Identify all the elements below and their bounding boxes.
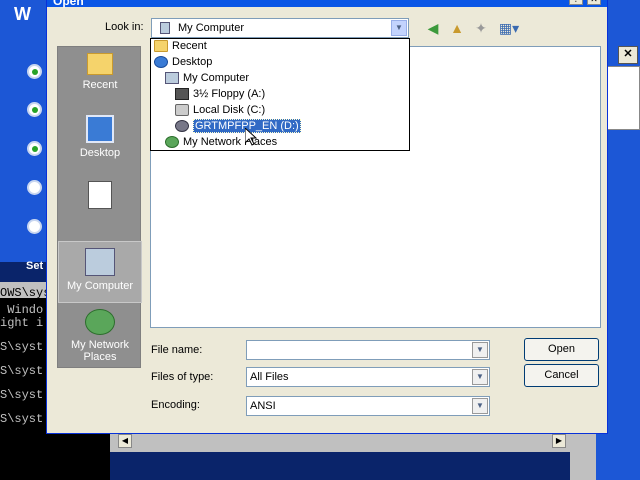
console-line: S\syst bbox=[0, 364, 44, 378]
network-places-icon bbox=[85, 309, 115, 335]
background-setup-label: Set bbox=[26, 260, 44, 272]
chevron-down-icon[interactable]: ▼ bbox=[391, 20, 407, 36]
up-folder-icon[interactable]: ▲ bbox=[447, 18, 467, 38]
desktop-icon bbox=[154, 56, 168, 69]
dropdown-item-recent[interactable]: Recent bbox=[154, 38, 207, 54]
open-button[interactable]: Open bbox=[524, 338, 599, 361]
place-label: My Computer bbox=[66, 280, 134, 292]
recent-folder-icon bbox=[87, 53, 113, 75]
place-my-computer[interactable]: My Computer bbox=[58, 241, 142, 303]
open-dialog: Open ? ✕ Look in: My Computer ▼ ◀ ▲ ✦ ▦▾… bbox=[46, 0, 608, 434]
background-cd-image bbox=[604, 66, 640, 130]
look-in-combo[interactable]: My Computer ▼ bbox=[151, 18, 409, 38]
computer-icon bbox=[165, 72, 179, 85]
console-line: ight i bbox=[0, 316, 44, 330]
network-icon bbox=[165, 136, 179, 149]
background-panel bbox=[570, 452, 596, 480]
dropdown-item-my-computer[interactable]: My Computer bbox=[165, 70, 249, 86]
cdrom-icon bbox=[175, 120, 189, 133]
windows-logo: W bbox=[14, 4, 31, 24]
dropdown-item-floppy[interactable]: 3½ Floppy (A:) bbox=[175, 86, 265, 102]
place-label: Desktop bbox=[79, 147, 121, 159]
console-line: Windo bbox=[0, 303, 44, 317]
chevron-down-icon[interactable]: ▼ bbox=[472, 342, 488, 358]
cancel-button[interactable]: Cancel bbox=[524, 364, 599, 387]
new-folder-icon[interactable]: ✦ bbox=[471, 18, 491, 38]
desktop-icon bbox=[86, 115, 114, 143]
computer-icon bbox=[160, 22, 170, 34]
place-document[interactable] bbox=[58, 181, 142, 213]
close-button[interactable]: ✕ bbox=[587, 0, 601, 5]
background-radio-5 bbox=[27, 219, 42, 234]
my-computer-icon bbox=[85, 248, 115, 276]
view-menu-icon[interactable]: ▦▾ bbox=[497, 18, 521, 38]
look-in-dropdown[interactable]: Recent Desktop My Computer 3½ Floppy (A:… bbox=[150, 38, 410, 151]
place-recent[interactable]: Recent bbox=[58, 53, 142, 91]
files-of-type-label: Files of type: bbox=[151, 371, 214, 383]
dialog-titlebar: Open ? ✕ bbox=[47, 0, 607, 8]
place-network[interactable]: My Network Places bbox=[58, 309, 142, 363]
console-line: S\syst bbox=[0, 412, 44, 426]
file-name-combo[interactable]: ▼ bbox=[246, 340, 490, 360]
background-radio-4 bbox=[27, 180, 42, 195]
background-radio-2 bbox=[27, 102, 42, 117]
background-radio-1 bbox=[27, 64, 42, 79]
background-close-button[interactable]: ✕ bbox=[618, 46, 638, 64]
place-label: Recent bbox=[82, 79, 118, 91]
dropdown-item-desktop[interactable]: Desktop bbox=[154, 54, 212, 70]
places-bar: Recent Desktop My Computer My Network Pl… bbox=[57, 46, 142, 368]
encoding-value: ANSI bbox=[250, 400, 276, 412]
files-of-type-combo[interactable]: All Files ▼ bbox=[246, 367, 490, 387]
dialog-title: Open bbox=[53, 0, 84, 8]
console-line: OWS\sys bbox=[0, 286, 51, 300]
back-icon[interactable]: ◀ bbox=[423, 18, 443, 38]
look-in-value: My Computer bbox=[178, 22, 245, 34]
floppy-icon bbox=[175, 88, 189, 101]
scroll-left-arrow-icon[interactable]: ◀ bbox=[118, 434, 132, 448]
encoding-label: Encoding: bbox=[151, 399, 200, 411]
console-line: S\syst bbox=[0, 340, 44, 354]
help-button[interactable]: ? bbox=[569, 0, 583, 5]
document-icon bbox=[88, 181, 112, 209]
mouse-cursor-icon bbox=[245, 128, 257, 146]
dropdown-item-cdrom[interactable]: GRTMPFPP_EN (D:) bbox=[175, 118, 301, 134]
hard-disk-icon bbox=[175, 104, 189, 117]
chevron-down-icon[interactable]: ▼ bbox=[472, 369, 488, 385]
dropdown-item-local-disk[interactable]: Local Disk (C:) bbox=[175, 102, 265, 118]
chevron-down-icon[interactable]: ▼ bbox=[472, 398, 488, 414]
file-name-label: File name: bbox=[151, 344, 203, 356]
dropdown-item-network[interactable]: My Network Places bbox=[165, 134, 277, 150]
scroll-right-arrow-icon[interactable]: ▶ bbox=[552, 434, 566, 448]
files-of-type-value: All Files bbox=[250, 371, 289, 383]
console-line: S\syst bbox=[0, 388, 44, 402]
background-radio-3 bbox=[27, 141, 42, 156]
place-label: My Network Places bbox=[70, 339, 130, 363]
folder-icon bbox=[154, 40, 168, 53]
look-in-label: Look in: bbox=[105, 21, 144, 33]
encoding-combo[interactable]: ANSI ▼ bbox=[246, 396, 490, 416]
place-desktop[interactable]: Desktop bbox=[58, 115, 142, 159]
